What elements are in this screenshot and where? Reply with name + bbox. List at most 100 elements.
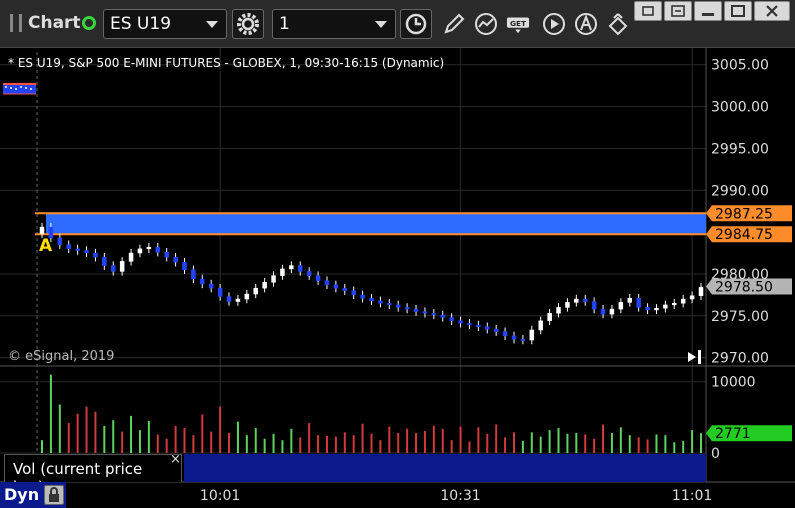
candle [395, 300, 401, 312]
candle [360, 290, 365, 303]
time-tick-label: 10:01 [200, 488, 240, 504]
price-tick-label: 2990.00 [711, 183, 769, 199]
window-maximize-button[interactable] [724, 1, 752, 21]
candle [485, 322, 490, 334]
candle [493, 324, 499, 336]
candle [191, 265, 196, 284]
chart-toolbar: Chart ES U19 1 GET [0, 0, 795, 48]
candle [645, 303, 650, 315]
volume-study-tab[interactable]: Vol (current price bar) [4, 454, 182, 496]
symbol-dropdown[interactable]: ES U19 [103, 9, 227, 39]
price-chart[interactable]: * ES U19, S&P 500 E-MINI FUTURES - GLOBE… [0, 48, 795, 508]
close-icon [766, 5, 778, 17]
prior-session-marker [3, 83, 36, 95]
candle [93, 248, 98, 262]
candle [315, 271, 321, 285]
price-axis: 3005.003000.002995.002990.002980.002975.… [706, 58, 792, 462]
price-marker-label: 2987.25 [715, 206, 773, 222]
candle [387, 299, 392, 310]
candle [164, 248, 169, 262]
candle [413, 304, 419, 316]
current-volume-marker: 2771 [706, 425, 792, 442]
candle [324, 276, 330, 290]
window-close-button[interactable] [754, 1, 790, 21]
current-volume-label: 2771 [715, 426, 751, 442]
candle [458, 316, 463, 328]
candle [618, 298, 624, 314]
candle [333, 280, 339, 293]
settings-button[interactable] [232, 9, 264, 39]
band-fill [46, 213, 706, 235]
clock-icon [405, 13, 427, 35]
candle [289, 261, 294, 274]
time-button[interactable] [400, 9, 432, 39]
candle [547, 309, 552, 325]
opening-range-band [35, 212, 706, 236]
gear-icon [237, 13, 259, 35]
candle [84, 246, 89, 258]
volume-bars [41, 374, 702, 453]
price-tick-label: 3005.00 [711, 58, 769, 74]
candle [698, 283, 704, 300]
study-icon[interactable] [474, 12, 498, 36]
get-data-icon[interactable]: GET [506, 12, 530, 36]
time-axis: 10:01 10:31 11:01 [200, 488, 712, 504]
candle [75, 244, 80, 255]
alert-icon[interactable] [574, 12, 598, 36]
marker-a-label: A [39, 236, 53, 256]
study-tab-strip [184, 454, 706, 482]
candle [128, 248, 134, 266]
window-pin-button[interactable] [634, 1, 662, 21]
window-restore-button[interactable] [664, 1, 692, 21]
close-volume-study-button[interactable]: × [170, 452, 181, 467]
interval-dropdown[interactable]: 1 [272, 9, 396, 39]
play-icon[interactable] [542, 12, 566, 36]
candle [262, 278, 267, 293]
candle [529, 325, 535, 345]
candle [680, 294, 686, 308]
candle [155, 242, 161, 257]
candle [226, 292, 232, 306]
candle [66, 240, 71, 254]
candle [173, 253, 178, 267]
price-tick-label: 3000.00 [711, 100, 769, 116]
svg-text:GET: GET [510, 19, 526, 28]
pencil-icon[interactable] [442, 12, 466, 36]
candle [200, 274, 205, 289]
jump-to-latest-icon[interactable] [688, 350, 701, 364]
price-marker-label: 2984.75 [715, 227, 773, 243]
candle [574, 294, 579, 307]
candle [137, 244, 143, 258]
window-minimize-button[interactable] [694, 1, 722, 21]
candle [146, 242, 152, 254]
link-icon[interactable] [606, 12, 630, 36]
chevron-down-icon [375, 21, 387, 28]
minimize-icon [702, 13, 714, 16]
candle [467, 319, 472, 330]
time-tick-label: 11:01 [672, 488, 712, 504]
candle [663, 300, 668, 313]
restore-icon [671, 5, 685, 17]
lock-icon [49, 487, 59, 502]
volume-tick-label: 10000 [711, 375, 756, 391]
candles [39, 222, 704, 345]
candle [182, 258, 187, 274]
symbol-value: ES U19 [110, 14, 172, 34]
candle [119, 257, 125, 276]
candle [57, 233, 63, 249]
pin-icon [642, 6, 654, 16]
candle [672, 299, 677, 310]
candle [102, 253, 107, 270]
volume-tick-label: 0 [711, 446, 720, 462]
candle [591, 297, 597, 314]
lock-button[interactable] [44, 485, 64, 505]
candle [636, 294, 641, 312]
candle [378, 296, 383, 308]
candle [217, 283, 223, 301]
candle [342, 283, 348, 295]
drag-grip-icon[interactable] [10, 14, 22, 32]
interval-value: 1 [279, 14, 290, 34]
copyright-text: © eSignal, 2019 [8, 349, 114, 364]
maximize-icon [731, 5, 745, 17]
price-marker-label: 2978.50 [715, 280, 773, 296]
